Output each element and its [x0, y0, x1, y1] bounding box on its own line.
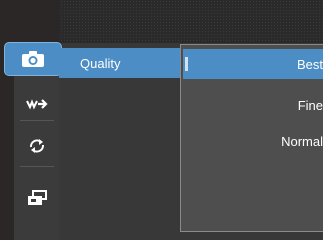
option-normal[interactable]: Normal — [198, 134, 323, 149]
tab-camera[interactable] — [4, 42, 62, 76]
option-fine[interactable]: Fine — [198, 98, 323, 113]
tab-scene-mode[interactable] — [14, 86, 59, 122]
scroll-indicator — [185, 57, 188, 71]
camera-icon — [21, 50, 45, 68]
tab-divider — [20, 166, 54, 167]
tab-refresh[interactable] — [14, 128, 59, 164]
tab-divider — [20, 120, 54, 121]
camera-menu-screen: Quality Best Fine Normal — [0, 0, 323, 240]
tab-settings[interactable] — [14, 180, 59, 216]
option-best[interactable]: Best — [198, 57, 323, 72]
quality-label: Quality — [80, 56, 121, 71]
scene-mode-icon — [25, 97, 48, 111]
settings-card-icon — [27, 190, 47, 206]
refresh-icon — [28, 138, 46, 154]
